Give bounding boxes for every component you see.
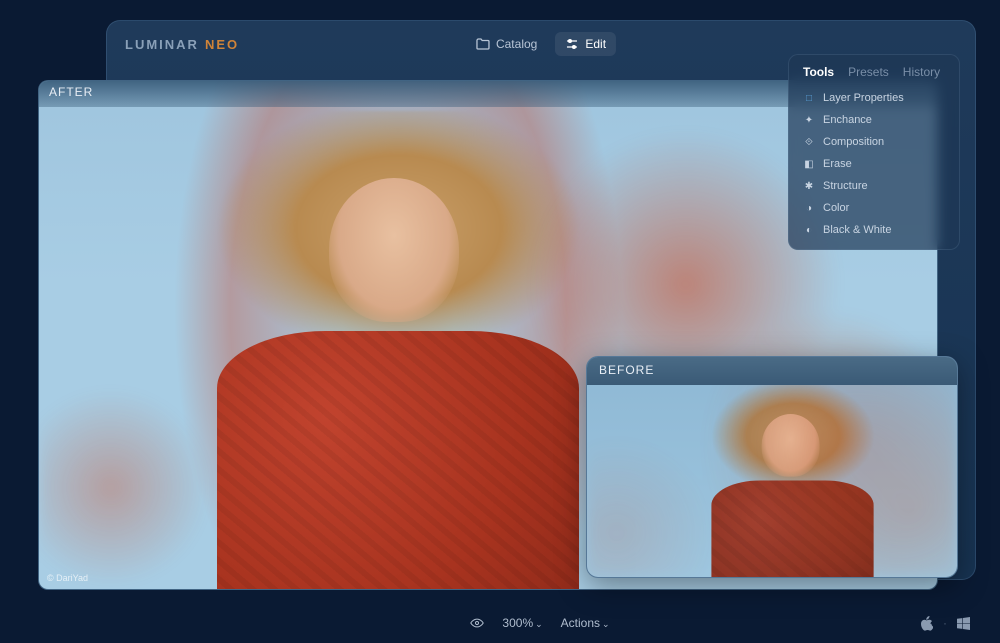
tab-history[interactable]: History (903, 65, 940, 79)
chevron-down-icon: ⌄ (602, 619, 610, 629)
tab-presets[interactable]: Presets (848, 65, 889, 79)
tool-label: Structure (823, 180, 868, 192)
before-panel: BEFORE (586, 356, 958, 578)
black-white-icon: ◐ (803, 224, 815, 236)
separator: · (943, 616, 947, 630)
tool-label: Enchance (823, 114, 872, 126)
layer-properties-icon: □ (803, 92, 815, 104)
nav-edit-label: Edit (585, 37, 606, 51)
actions-menu[interactable]: Actions⌄ (561, 616, 610, 630)
apple-icon (920, 616, 933, 631)
zoom-level[interactable]: 300%⌄ (502, 616, 542, 630)
tool-label: Erase (823, 158, 852, 170)
enhance-icon: ✦ (803, 114, 815, 126)
sliders-icon (565, 37, 579, 51)
chevron-down-icon: ⌄ (535, 619, 543, 629)
before-image[interactable] (587, 357, 957, 577)
tool-label: Layer Properties (823, 92, 904, 104)
tool-label: Color (823, 202, 849, 214)
folder-icon (476, 37, 490, 51)
tool-black-white[interactable]: ◐ Black & White (789, 219, 959, 241)
os-icons: · (920, 616, 970, 631)
tool-erase[interactable]: ◧ Erase (789, 153, 959, 175)
app-logo: LUMINAR NEO (125, 37, 239, 52)
tool-composition[interactable]: ⟐ Composition (789, 131, 959, 153)
color-icon: ◑ (803, 202, 815, 214)
tab-tools[interactable]: Tools (803, 65, 834, 79)
structure-icon: ✱ (803, 180, 815, 192)
nav-catalog-label: Catalog (496, 37, 537, 51)
header-nav: Catalog Edit (466, 32, 616, 56)
tool-enhance[interactable]: ✦ Enchance (789, 109, 959, 131)
logo-secondary: NEO (205, 37, 239, 52)
tool-label: Composition (823, 136, 884, 148)
before-label: BEFORE (587, 357, 957, 385)
tool-structure[interactable]: ✱ Structure (789, 175, 959, 197)
tools-panel: Tools Presets History □ Layer Properties… (788, 54, 960, 250)
tool-color[interactable]: ◑ Color (789, 197, 959, 219)
nav-edit[interactable]: Edit (555, 32, 616, 56)
windows-icon (957, 617, 970, 630)
composition-icon: ⟐ (803, 136, 815, 148)
logo-primary: LUMINAR (125, 37, 199, 52)
tool-label: Black & White (823, 224, 891, 236)
tool-layer-properties[interactable]: □ Layer Properties (789, 87, 959, 109)
tools-tabs: Tools Presets History (789, 65, 959, 87)
eye-icon[interactable] (470, 616, 484, 630)
image-credit: © DariYad (47, 573, 88, 583)
nav-catalog[interactable]: Catalog (466, 32, 547, 56)
bottom-bar: 300%⌄ Actions⌄ · (0, 603, 1000, 643)
erase-icon: ◧ (803, 158, 815, 170)
